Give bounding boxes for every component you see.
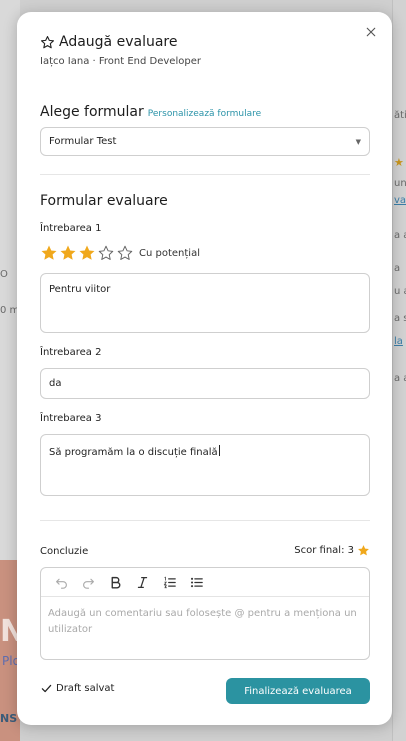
star-empty-icon[interactable] (97, 244, 115, 262)
choose-form-heading: Alege formular Personalizează formulare (40, 104, 261, 120)
form-select[interactable]: Formular Test ▼ (40, 127, 370, 156)
question-3-answer[interactable]: Să programăm la o discuție finală (40, 434, 370, 496)
draft-status-text: Draft salvat (56, 683, 115, 694)
background-star-icon: ★ (394, 156, 404, 169)
bullet-list-button[interactable] (183, 568, 210, 597)
form-select-value: Formular Test (49, 136, 117, 147)
question-2-label: Întrebarea 2 (40, 347, 102, 358)
background-text: a s (394, 313, 406, 324)
star-filled-icon[interactable] (40, 244, 58, 262)
background-text: u a (394, 286, 406, 297)
ordered-list-button[interactable] (156, 568, 183, 597)
star-empty-icon[interactable] (116, 244, 134, 262)
modal-header: Adaugă evaluare (40, 34, 177, 50)
close-button[interactable] (363, 24, 379, 40)
final-score: Scor final: 3 (294, 544, 370, 557)
close-icon (366, 27, 376, 37)
question-1-rating: Cu potențial (40, 244, 200, 262)
text-caret (218, 445, 220, 456)
ordered-list-icon (163, 576, 176, 588)
choose-form-title: Alege formular (40, 104, 144, 120)
final-score-text: Scor final: 3 (294, 545, 354, 556)
redo-icon (83, 578, 94, 589)
background-text: NS (0, 712, 18, 725)
star-filled-icon[interactable] (78, 244, 96, 262)
background-text: a (394, 263, 401, 274)
star-filled-icon[interactable] (59, 244, 77, 262)
divider (40, 520, 370, 521)
divider (40, 174, 370, 175)
question-1-label: Întrebarea 1 (40, 223, 102, 234)
question-3-label: Întrebarea 3 (40, 413, 102, 424)
draft-status: Draft salvat (41, 683, 114, 694)
background-link: la (394, 336, 403, 347)
star-filled-icon (358, 545, 369, 556)
editor-toolbar (41, 568, 369, 597)
modal-title: Adaugă evaluare (59, 34, 178, 50)
background-text: a a (394, 373, 406, 384)
background-text: O (0, 269, 8, 280)
finish-evaluation-button[interactable]: Finalizează evaluarea (226, 678, 370, 704)
background-text: a a (394, 230, 406, 241)
italic-button[interactable] (129, 568, 156, 597)
star-outline-icon (41, 35, 54, 48)
background-link: val (394, 195, 406, 206)
bold-icon (111, 576, 121, 588)
background-text: un (394, 178, 406, 189)
editor-placeholder: Adaugă un comentariu sau folosește @ pen… (48, 608, 357, 635)
check-icon (41, 684, 52, 693)
chevron-down-icon: ▼ (355, 137, 361, 146)
rating-description: Cu potențial (139, 247, 200, 259)
conclusion-label: Concluzie (40, 546, 89, 557)
bold-button[interactable] (102, 568, 129, 597)
add-evaluation-modal: Adaugă evaluare Iațco Iana · Front End D… (17, 12, 392, 725)
bullet-list-icon (190, 577, 203, 587)
question-1-answer[interactable]: Pentru viitor (40, 273, 370, 333)
undo-icon (56, 578, 67, 589)
redo-button[interactable] (75, 568, 102, 597)
conclusion-editor[interactable]: Adaugă un comentariu sau folosește @ pen… (40, 567, 370, 660)
question-2-answer[interactable]: da (40, 368, 370, 399)
candidate-subtitle: Iațco Iana · Front End Developer (40, 56, 201, 67)
undo-button[interactable] (48, 568, 75, 597)
evaluation-form-heading: Formular evaluare (40, 193, 168, 209)
background-text: ăti (394, 110, 406, 121)
question-3-answer-text: Să programăm la o discuție finală (49, 447, 218, 458)
customize-forms-link[interactable]: Personalizează formulare (148, 109, 261, 119)
italic-icon (137, 576, 148, 588)
